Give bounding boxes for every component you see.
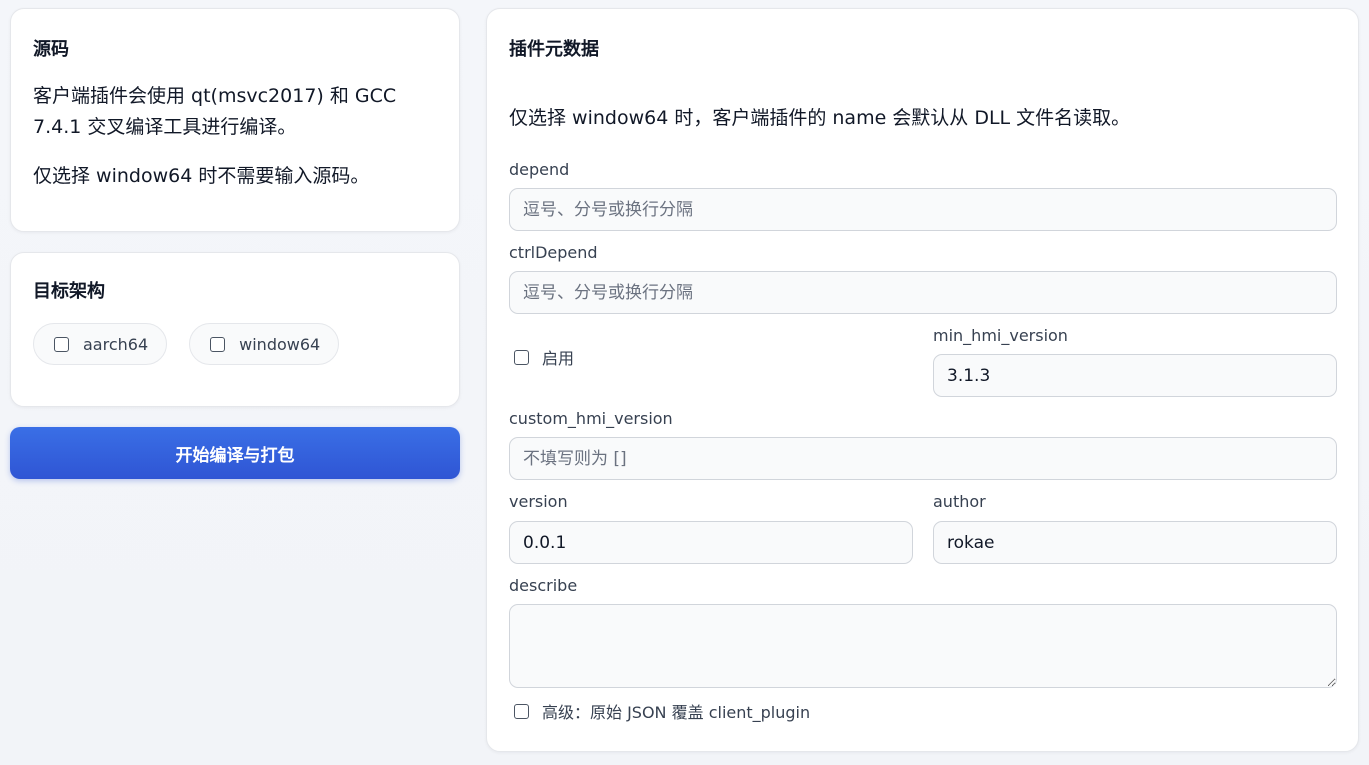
target-arch-card: 目标架构 aarch64 window64 [10,252,460,407]
ctrl-depend-label: ctrlDepend [509,243,598,262]
target-arch-title: 目标架构 [33,281,105,302]
min-hmi-version-input[interactable] [933,354,1337,397]
min-hmi-version-label: min_hmi_version [933,326,1068,345]
advanced-override-checkbox[interactable] [514,703,529,719]
version-input[interactable] [509,521,913,564]
version-label: version [509,492,568,511]
build-and-package-button[interactable]: 开始编译与打包 [10,427,460,479]
metadata-note: 仅选择 window64 时，客户端插件的 name 会默认从 DLL 文件名读… [509,107,1131,129]
depend-input[interactable] [509,188,1337,231]
depend-label: depend [509,160,570,179]
custom-hmi-version-label: custom_hmi_version [509,409,673,428]
author-input[interactable] [933,521,1337,564]
advanced-override-label: 高级：原始 JSON 覆盖 client_plugin [542,703,811,722]
window64-checkbox[interactable] [210,336,226,352]
arch-option-window64[interactable]: window64 [189,323,340,365]
enable-toggle[interactable]: 启用 [514,345,574,369]
aarch64-checkbox[interactable] [54,336,69,352]
aarch64-label: aarch64 [83,334,149,354]
custom-hmi-version-input[interactable] [509,437,1337,480]
arch-options: aarch64 window64 [33,323,437,365]
advanced-override-toggle[interactable]: 高级：原始 JSON 覆盖 client_plugin [514,699,810,723]
source-card: 源码 客户端插件会使用 qt(msvc2017) 和 GCC 7.4.1 交叉编… [10,8,460,232]
enable-label: 启用 [542,349,575,368]
ctrl-depend-input[interactable] [509,271,1337,314]
describe-label: describe [509,576,578,595]
describe-textarea[interactable] [509,604,1337,688]
plugin-metadata-card: 插件元数据 仅选择 window64 时，客户端插件的 name 会默认从 DL… [486,8,1359,752]
source-note: 仅选择 window64 时不需要输入源码。 [33,165,370,187]
window64-label: window64 [239,334,321,354]
source-description: 客户端插件会使用 qt(msvc2017) 和 GCC 7.4.1 交叉编译工具… [33,85,397,138]
metadata-title: 插件元数据 [509,39,599,60]
source-title: 源码 [33,39,69,60]
enable-checkbox[interactable] [514,349,529,365]
author-label: author [933,492,986,511]
arch-option-aarch64[interactable]: aarch64 [33,323,168,365]
